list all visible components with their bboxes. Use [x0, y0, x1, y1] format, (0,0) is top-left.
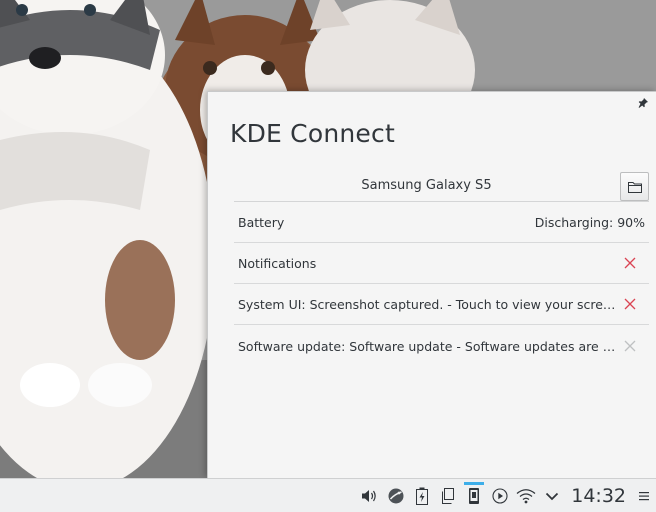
media-play-icon[interactable]: [487, 479, 513, 512]
notification-item[interactable]: System UI: Screenshot captured. - Touch …: [234, 284, 649, 325]
notification-text: System UI: Screenshot captured. - Touch …: [238, 297, 618, 312]
folder-icon: [627, 181, 642, 193]
notification-item[interactable]: Software update: Software update - Softw…: [234, 326, 649, 367]
kdeconnect-popup: KDE Connect Samsung Galaxy S5 Battery Di…: [207, 91, 656, 478]
browse-device-button[interactable]: [620, 172, 649, 201]
taskbar-panel: 14:32: [0, 478, 656, 512]
notification-text: Software update: Software update - Softw…: [238, 339, 618, 354]
clipboard-icon[interactable]: [435, 479, 461, 512]
kdeconnect-icon[interactable]: [461, 479, 487, 512]
hamburger-menu-icon[interactable]: [634, 479, 654, 512]
battery-status: Discharging: 90%: [534, 215, 645, 230]
device-name: Samsung Galaxy S5: [361, 178, 492, 193]
battery-label: Battery: [238, 215, 285, 230]
battery-icon[interactable]: [409, 479, 435, 512]
system-tray: 14:32: [357, 479, 656, 512]
notifications-header-row: Notifications: [234, 243, 649, 284]
expand-tray-icon[interactable]: [539, 479, 565, 512]
notifications-label: Notifications: [238, 256, 317, 271]
popup-title: KDE Connect: [230, 119, 395, 148]
dismiss-all-close-icon[interactable]: [623, 256, 637, 270]
network-manager-icon[interactable]: [383, 479, 409, 512]
volume-icon[interactable]: [357, 479, 383, 512]
device-header: Samsung Galaxy S5: [234, 172, 649, 202]
wifi-icon[interactable]: [513, 479, 539, 512]
dismiss-notification-close-icon[interactable]: [623, 297, 637, 311]
battery-row: Battery Discharging: 90%: [234, 202, 649, 243]
digital-clock[interactable]: 14:32: [571, 485, 626, 507]
pin-icon[interactable]: [638, 98, 648, 108]
dismiss-notification-close-icon: [623, 339, 637, 353]
